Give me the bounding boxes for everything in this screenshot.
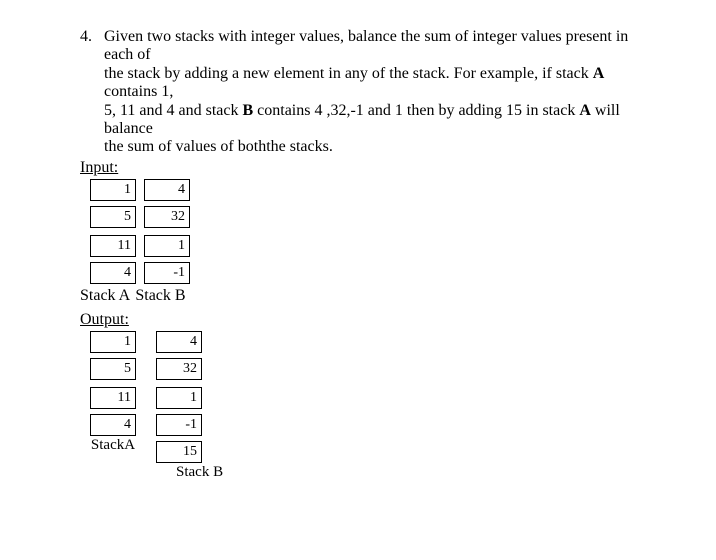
problem-statement: Given two stacks with integer values, ba… — [104, 28, 680, 157]
problem-number: 4. — [36, 28, 104, 46]
input-stack-a: 1 5 11 4 — [90, 179, 136, 283]
stack-a-label-out: StackA — [91, 437, 135, 454]
stack-cell: 5 — [90, 206, 136, 228]
stack-a-bold-2: A — [579, 102, 591, 119]
problem-block: 4. Given two stacks with integer values,… — [36, 28, 680, 157]
stack-a-label: Stack A — [80, 287, 129, 304]
stack-b-bold: B — [242, 102, 253, 119]
output-stack-a: 1 5 11 4 StackA — [90, 331, 136, 454]
stack-cell: 15 — [156, 441, 202, 463]
stack-a-bold: A — [593, 65, 605, 82]
output-stacks: 1 5 11 4 StackA 4 32 1 -1 15 — [90, 331, 680, 462]
problem-text-line2a: the stack by adding a new element in any… — [104, 65, 593, 82]
stack-cell: 4 — [156, 331, 202, 353]
stack-cell: 11 — [90, 235, 136, 257]
stack-cell: 1 — [144, 235, 190, 257]
stack-cell: 32 — [144, 206, 190, 228]
stack-cell: 5 — [90, 358, 136, 380]
problem-text-line3a: 5, 11 and 4 and stack — [104, 102, 242, 119]
input-stack-labels: Stack A Stack B — [80, 287, 680, 305]
stack-cell: 4 — [90, 414, 136, 436]
input-stacks: 1 5 11 4 4 32 1 -1 — [90, 179, 680, 283]
problem-text-line4: the sum of values of boththe stacks. — [104, 138, 333, 155]
problem-text-line1: Given two stacks with integer values, ba… — [104, 28, 628, 63]
stack-b-label-out: Stack B — [176, 464, 680, 481]
stack-cell: 4 — [90, 262, 136, 284]
stack-cell: 4 — [144, 179, 190, 201]
stack-cell: 11 — [90, 387, 136, 409]
problem-text-line2c: contains 1, — [104, 83, 173, 100]
stack-cell: -1 — [156, 414, 202, 436]
problem-text-line3c: contains 4 ,32,-1 and 1 then by adding 1… — [253, 102, 579, 119]
stack-cell: 1 — [90, 179, 136, 201]
input-stack-b: 4 32 1 -1 — [144, 179, 190, 283]
output-stack-b: 4 32 1 -1 15 — [156, 331, 202, 462]
stack-cell: 1 — [90, 331, 136, 353]
input-label: Input: — [80, 159, 680, 177]
stack-b-label: Stack B — [135, 287, 185, 304]
output-label: Output: — [80, 311, 680, 329]
stack-cell: 1 — [156, 387, 202, 409]
stack-cell: -1 — [144, 262, 190, 284]
stack-cell: 32 — [156, 358, 202, 380]
